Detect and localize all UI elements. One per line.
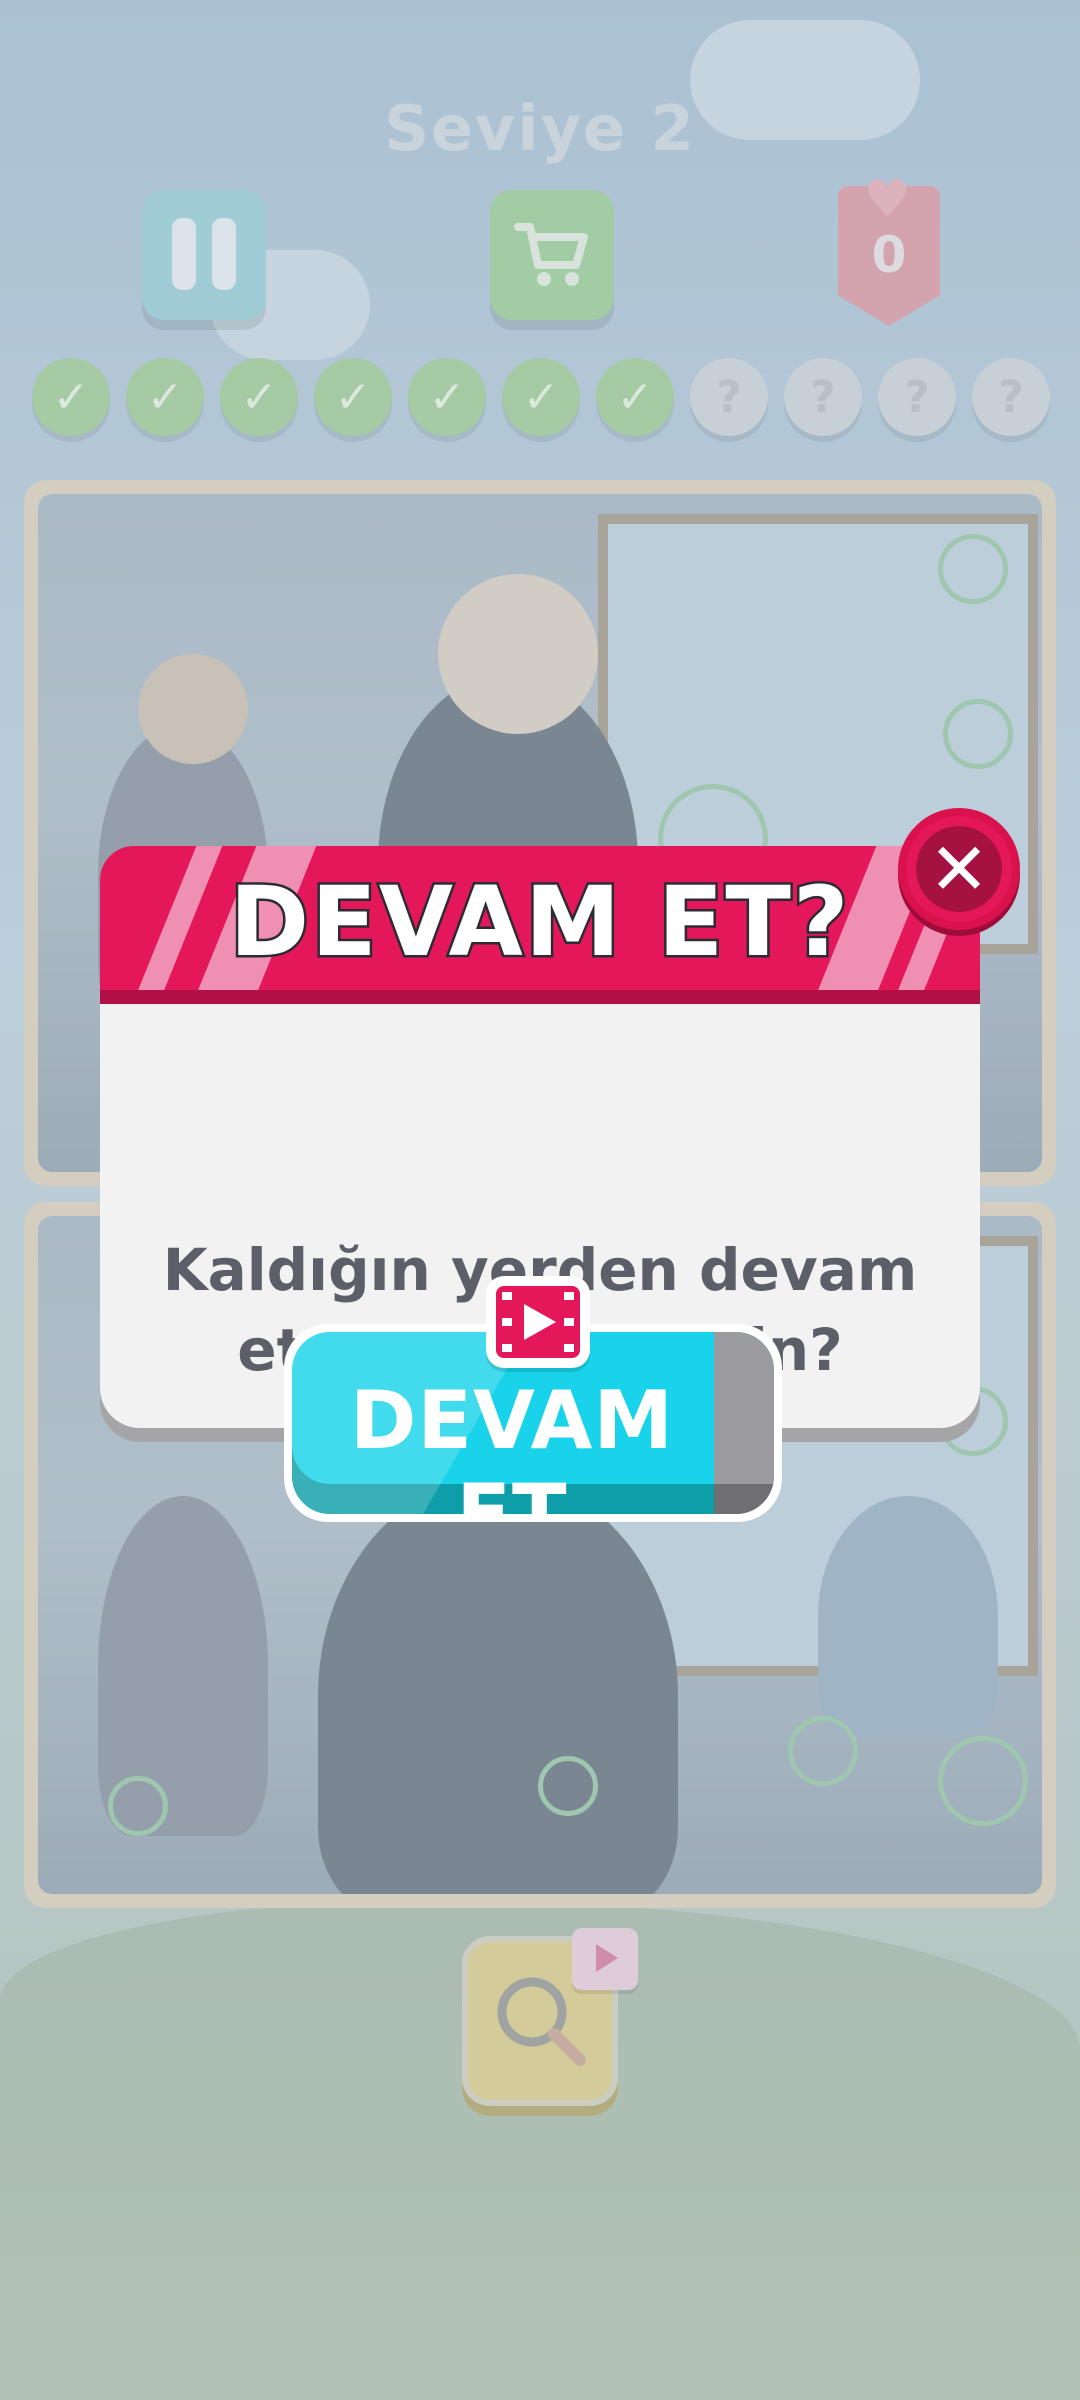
continue-button-label: DEVAM ET (349, 1374, 675, 1514)
dialog-header: DEVAM ET? (100, 846, 980, 1004)
close-icon: ✕ (928, 827, 990, 911)
video-ad-icon (486, 1276, 590, 1368)
play-icon (524, 1304, 556, 1340)
dialog-title: DEVAM ET? (227, 864, 851, 981)
close-button[interactable]: ✕ (898, 808, 1020, 930)
